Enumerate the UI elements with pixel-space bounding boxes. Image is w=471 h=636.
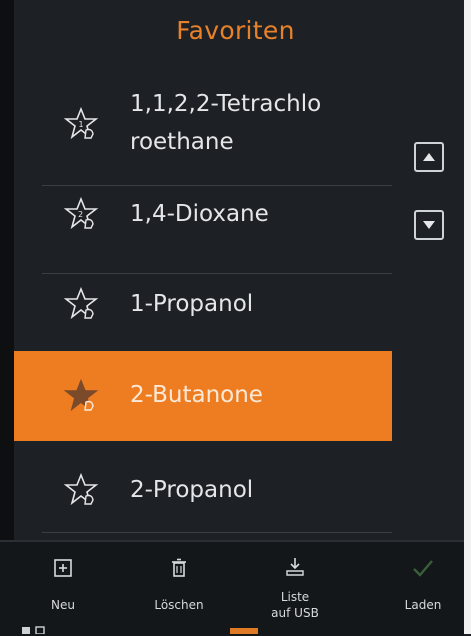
star-hand-icon: 1	[64, 106, 99, 140]
star-hand-icon	[64, 286, 99, 320]
list-item[interactable]: 1 1,1,2,2-Tetrachlo roethane	[14, 70, 392, 180]
list-item[interactable]: 2 1,4-Dioxane	[14, 186, 392, 276]
bottom-toolbar: Neu Löschen Liste auf USB Laden	[0, 540, 464, 636]
list-item[interactable]: 2-Propanol	[14, 442, 392, 528]
left-frame	[0, 0, 14, 634]
scroll-up-button[interactable]	[414, 142, 444, 172]
new-button-label: Neu	[51, 598, 75, 612]
divider	[42, 532, 392, 533]
export-usb-button[interactable]: Liste auf USB	[250, 542, 340, 636]
star-hand-icon: 2	[64, 196, 99, 230]
status-icons	[22, 626, 45, 634]
scroll-down-button[interactable]	[414, 210, 444, 240]
checkmark-icon	[413, 560, 433, 577]
chevron-down-icon	[423, 221, 435, 229]
status-indicator	[230, 628, 258, 634]
star-hand-icon	[64, 378, 99, 412]
favorite-name: 2-Propanol	[130, 477, 254, 503]
delete-button[interactable]: Löschen	[134, 542, 224, 636]
download-usb-icon	[286, 558, 304, 576]
list-item[interactable]: 1-Propanol	[14, 274, 392, 350]
load-button[interactable]: Laden	[378, 542, 468, 636]
svg-text:2: 2	[78, 210, 83, 219]
load-button-label: Laden	[404, 598, 442, 612]
new-button[interactable]: Neu	[18, 542, 108, 636]
trash-icon	[172, 558, 186, 577]
page-title: Favoriten	[176, 16, 295, 45]
right-frame	[464, 0, 471, 634]
chevron-up-icon	[423, 153, 435, 161]
export-label-line2: auf USB	[271, 606, 319, 620]
list-item-selected[interactable]: 2-Butanone	[14, 351, 392, 441]
star-hand-icon	[64, 472, 99, 506]
favorite-name: 2-Butanone	[130, 382, 263, 408]
favorite-name: 1-Propanol	[130, 291, 254, 317]
export-label-line1: Liste	[280, 590, 310, 604]
delete-button-label: Löschen	[154, 598, 204, 612]
favorite-name: 1,4-Dioxane	[130, 201, 269, 227]
favorite-name: 1,1,2,2-Tetrachlo	[130, 91, 322, 117]
plus-box-icon	[54, 559, 72, 577]
favorite-name-continued: roethane	[130, 129, 234, 155]
svg-text:1: 1	[79, 120, 84, 129]
